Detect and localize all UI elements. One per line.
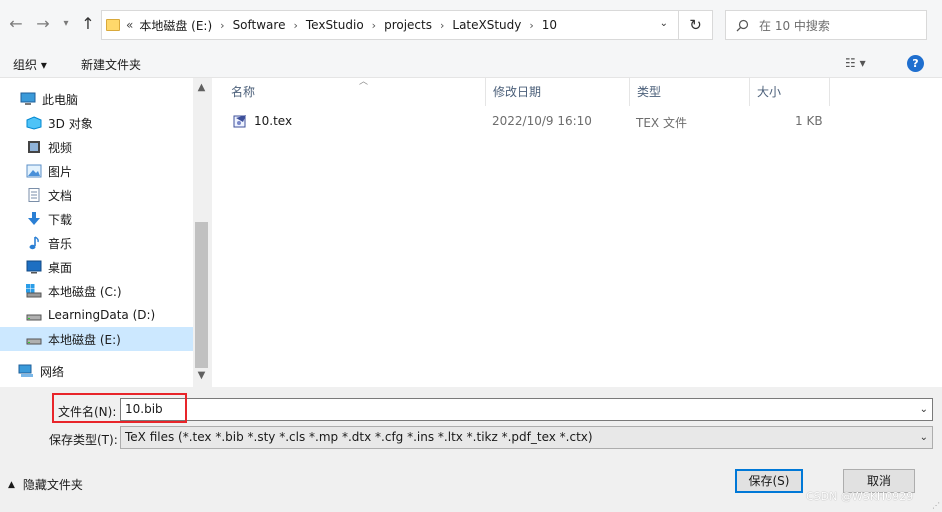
music-note-icon xyxy=(29,236,39,250)
new-folder-button[interactable]: 新建文件夹 xyxy=(81,56,141,73)
file-modified-cell: 2022/10/9 16:10 xyxy=(492,114,592,128)
refresh-button[interactable]: ↻ xyxy=(679,10,713,40)
document-icon xyxy=(28,188,40,202)
drive-icon xyxy=(26,314,42,321)
navigation-pane: 此电脑 3D 对象 视频 图片 文档 下载 音乐 桌面 本地磁盘 (C:) Le… xyxy=(0,78,193,387)
breadcrumb-separator-icon[interactable]: › xyxy=(529,19,533,32)
file-list: 名称 ︿ 修改日期 类型 大小 10.tex 2022/10/9 16:10 T… xyxy=(212,77,942,387)
up-arrow-icon[interactable]: ↑ xyxy=(78,14,98,34)
save-button[interactable]: 保存(S) xyxy=(735,469,803,493)
filetype-dropdown-icon[interactable]: ⌄ xyxy=(920,427,928,448)
column-header-modified[interactable]: 修改日期 xyxy=(486,78,630,106)
file-type-cell: TEX 文件 xyxy=(636,116,687,130)
nav-item-label: 下载 xyxy=(48,212,73,227)
back-arrow-icon[interactable]: ← xyxy=(6,14,26,34)
filename-input[interactable]: 10.bib ⌄ xyxy=(120,398,933,421)
nav-item-label: 桌面 xyxy=(48,260,73,275)
nav-item-documents[interactable]: 文档 xyxy=(0,183,193,207)
cube-icon xyxy=(26,116,42,130)
nav-item-drive-d[interactable]: LearningData (D:) xyxy=(0,303,193,327)
hide-folders-label: 隐藏文件夹 xyxy=(22,478,83,492)
folder-icon xyxy=(106,19,120,31)
organize-menu[interactable]: 组织 ▾ xyxy=(13,56,47,73)
watermark: CSDN @WSKH0929 xyxy=(806,490,914,503)
nav-item-pictures[interactable]: 图片 xyxy=(0,159,193,183)
desktop-icon xyxy=(26,260,42,274)
command-bar: 组织 ▾ 新建文件夹 ☷ ▾ ? xyxy=(0,50,942,78)
highlight-box xyxy=(52,393,187,423)
nav-item-this-pc[interactable]: 此电脑 xyxy=(0,87,193,111)
resize-grip-icon[interactable]: ⋰ xyxy=(932,501,940,510)
address-bar: ← → ▾ ↑ « 本地磁盘 (E:) › Software › TexStud… xyxy=(0,0,942,50)
system-drive-icon xyxy=(26,284,42,298)
nav-item-downloads[interactable]: 下载 xyxy=(0,207,193,231)
view-options-icon[interactable]: ☷ ▾ xyxy=(845,56,866,70)
nav-item-label: LearningData (D:) xyxy=(48,308,156,322)
breadcrumb-item-software[interactable]: Software xyxy=(233,18,286,32)
filename-dropdown-icon[interactable]: ⌄ xyxy=(920,399,928,420)
column-header-name[interactable]: 名称 ︿ xyxy=(224,77,486,106)
nav-item-label: 网络 xyxy=(40,364,65,379)
computer-icon xyxy=(20,92,36,105)
nav-item-label: 文档 xyxy=(48,188,73,203)
sort-ascending-icon: ︿ xyxy=(359,77,369,87)
breadcrumb-item-projects[interactable]: projects xyxy=(384,18,432,32)
address-dropdown-icon[interactable]: ⌄ xyxy=(660,18,668,29)
nav-item-network[interactable]: 网络 xyxy=(0,359,193,383)
nav-item-3d-objects[interactable]: 3D 对象 xyxy=(0,111,193,135)
nav-item-label: 3D 对象 xyxy=(48,116,93,131)
nav-item-music[interactable]: 音乐 xyxy=(0,231,193,255)
breadcrumb-item-drive[interactable]: 本地磁盘 (E:) xyxy=(139,17,212,34)
download-arrow-icon xyxy=(28,212,40,225)
file-size-cell: 1 KB xyxy=(795,114,823,128)
breadcrumb-item-texstudio[interactable]: TexStudio xyxy=(306,18,364,32)
film-icon xyxy=(28,141,40,153)
drive-icon xyxy=(26,338,42,345)
breadcrumb[interactable]: « 本地磁盘 (E:) › Software › TexStudio › pro… xyxy=(101,10,679,40)
breadcrumb-separator-icon[interactable]: › xyxy=(440,19,444,32)
nav-item-drive-c[interactable]: 本地磁盘 (C:) xyxy=(0,279,193,303)
scroll-down-icon[interactable]: ▼ xyxy=(193,370,210,381)
breadcrumb-separator-icon[interactable]: › xyxy=(293,19,297,32)
nav-scrollbar[interactable]: ▲ ▼ xyxy=(193,78,210,387)
filetype-label: 保存类型(T): xyxy=(49,433,118,447)
file-name: 10.tex xyxy=(254,114,293,128)
nav-item-label: 视频 xyxy=(48,140,73,155)
file-name-cell[interactable]: 10.tex xyxy=(233,114,292,128)
search-icon xyxy=(736,19,749,31)
nav-item-label: 本地磁盘 (C:) xyxy=(48,284,122,299)
search-box[interactable]: 在 10 中搜索 xyxy=(725,10,927,40)
nav-item-label: 此电脑 xyxy=(42,92,79,107)
breadcrumb-item-latexstudy[interactable]: LateXStudy xyxy=(452,18,521,32)
help-icon[interactable]: ? xyxy=(907,55,924,72)
forward-arrow-icon[interactable]: → xyxy=(33,14,53,34)
chevron-up-icon: ▲ xyxy=(8,479,15,490)
column-header-type[interactable]: 类型 xyxy=(630,78,750,106)
network-icon xyxy=(18,364,33,377)
hide-folders-toggle[interactable]: ▲ 隐藏文件夹 xyxy=(8,476,83,493)
breadcrumb-separator-icon[interactable]: › xyxy=(220,19,224,32)
nav-item-label: 图片 xyxy=(48,164,73,179)
picture-icon xyxy=(26,164,42,178)
filetype-select[interactable]: TeX files (*.tex *.bib *.sty *.cls *.mp … xyxy=(120,426,933,449)
nav-item-drive-e[interactable]: 本地磁盘 (E:) xyxy=(0,327,193,351)
nav-item-label: 音乐 xyxy=(48,236,73,251)
nav-item-videos[interactable]: 视频 xyxy=(0,135,193,159)
breadcrumb-separator-icon[interactable]: › xyxy=(372,19,376,32)
nav-item-label: 本地磁盘 (E:) xyxy=(48,332,121,347)
nav-item-desktop[interactable]: 桌面 xyxy=(0,255,193,279)
scrollbar-thumb[interactable] xyxy=(195,222,208,368)
column-header-size[interactable]: 大小 xyxy=(750,78,830,106)
recent-locations-chevron-icon[interactable]: ▾ xyxy=(56,14,76,34)
breadcrumb-item-10[interactable]: 10 xyxy=(542,18,557,32)
scroll-up-icon[interactable]: ▲ xyxy=(193,82,210,93)
search-input[interactable]: 在 10 中搜索 xyxy=(759,17,830,34)
overflow-chevron[interactable]: « xyxy=(126,18,133,32)
tex-file-icon xyxy=(233,115,246,128)
